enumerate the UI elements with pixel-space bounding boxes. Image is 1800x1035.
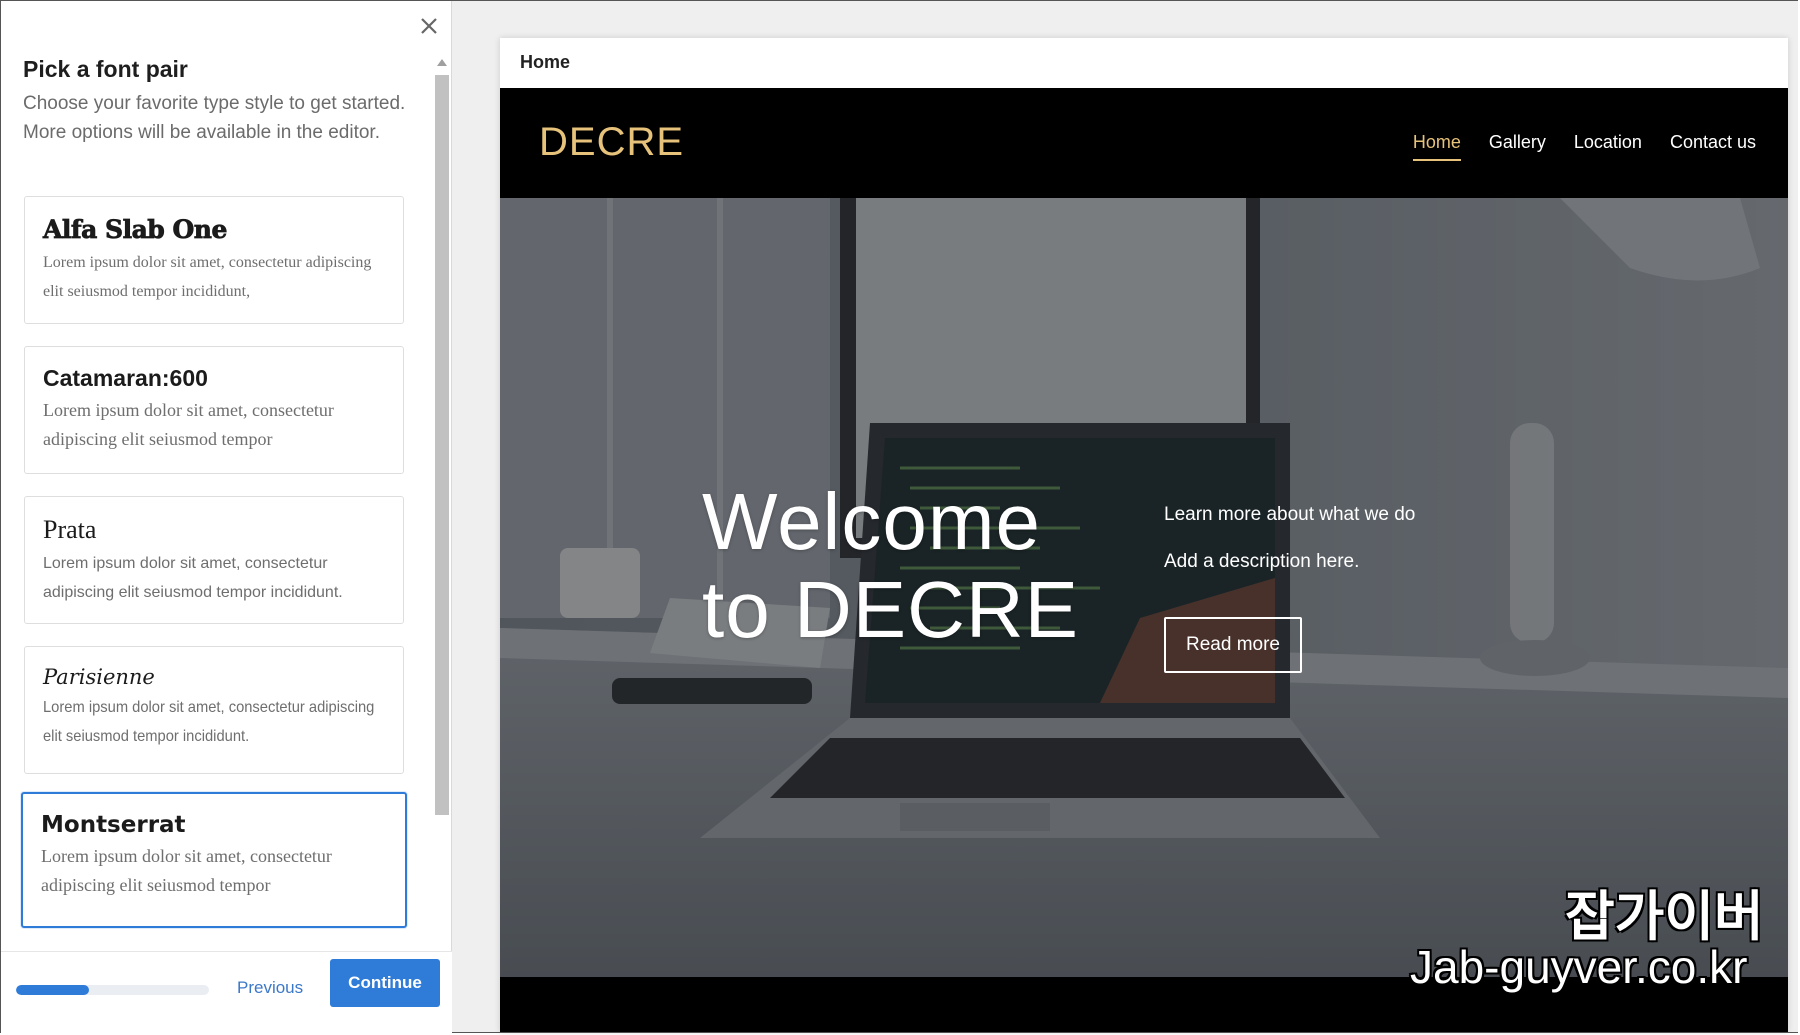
progress-bar [16,985,209,995]
hero-title-line1: Welcome [702,477,1041,566]
font-sample: Lorem ipsum dolor sit amet, consectetur … [43,699,375,745]
font-card-montserrat[interactable]: Montserrat Lorem ipsum dolor sit amet, c… [21,792,407,928]
font-picker-panel: Pick a font pair Choose your favorite ty… [1,1,452,1033]
hero-title: Welcome to DECRE [702,478,1079,654]
font-sample: Lorem ipsum dolor sit amet, consectetur … [43,400,334,449]
font-name: Alfa Slab One [43,215,228,245]
hero-section: Welcome to DECRE Learn more about what w… [500,198,1788,977]
close-icon[interactable] [414,11,444,41]
previous-button[interactable]: Previous [237,978,303,998]
font-card-parisienne[interactable]: Parisienne Lorem ipsum dolor sit amet, c… [24,646,404,774]
panel-description: Choose your favorite type style to get s… [23,93,406,143]
font-name: Prata [43,515,97,544]
hero-tagline: Learn more about what we do [1164,504,1416,525]
progress-fill [16,985,90,995]
font-name: Catamaran:600 [43,365,208,391]
font-card-catamaran[interactable]: Catamaran:600 Lorem ipsum dolor sit amet… [24,346,404,474]
nav-contact-us[interactable]: Contact us [1670,132,1756,161]
continue-button[interactable]: Continue [330,959,440,1007]
hero-title-line2: to DECRE [702,565,1079,654]
font-sample: Lorem ipsum dolor sit amet, consectetur … [41,846,332,895]
font-name: Parisienne [43,665,155,689]
panel-title: Pick a font pair [23,56,188,82]
hero-background-image [500,198,1788,977]
font-card-prata[interactable]: Prata Lorem ipsum dolor sit amet, consec… [24,496,404,624]
scrollbar-thumb[interactable] [435,75,449,815]
nav-gallery[interactable]: Gallery [1489,132,1546,161]
panel-footer: Previous Continue [1,951,452,1033]
font-name: Montserrat [41,812,186,838]
font-sample: Lorem ipsum dolor sit amet, consectetur … [43,254,372,300]
font-sample: Lorem ipsum dolor sit amet, consectetur … [43,555,343,601]
scrollbar[interactable] [434,59,450,929]
site-header: DECRE Home Gallery Location Contact us [500,88,1788,198]
font-card-alfa-slab-one[interactable]: Alfa Slab One Lorem ipsum dolor sit amet… [24,196,404,324]
nav-home[interactable]: Home [1412,132,1461,161]
page-label-bar: Home [500,38,1788,88]
watermark-url: Jab-guyver.co.kr [1410,941,1748,993]
nav-location[interactable]: Location [1574,132,1642,161]
scroll-up-arrow-icon[interactable] [437,59,447,66]
site-nav: Home Gallery Location Contact us [1385,132,1756,161]
hero-description: Add a description here. [1164,551,1360,572]
font-list: Alfa Slab One Lorem ipsum dolor sit amet… [1,191,452,951]
page-label: Home [520,52,571,72]
read-more-button[interactable]: Read more [1164,617,1302,673]
site-logo[interactable]: DECRE [539,120,684,165]
